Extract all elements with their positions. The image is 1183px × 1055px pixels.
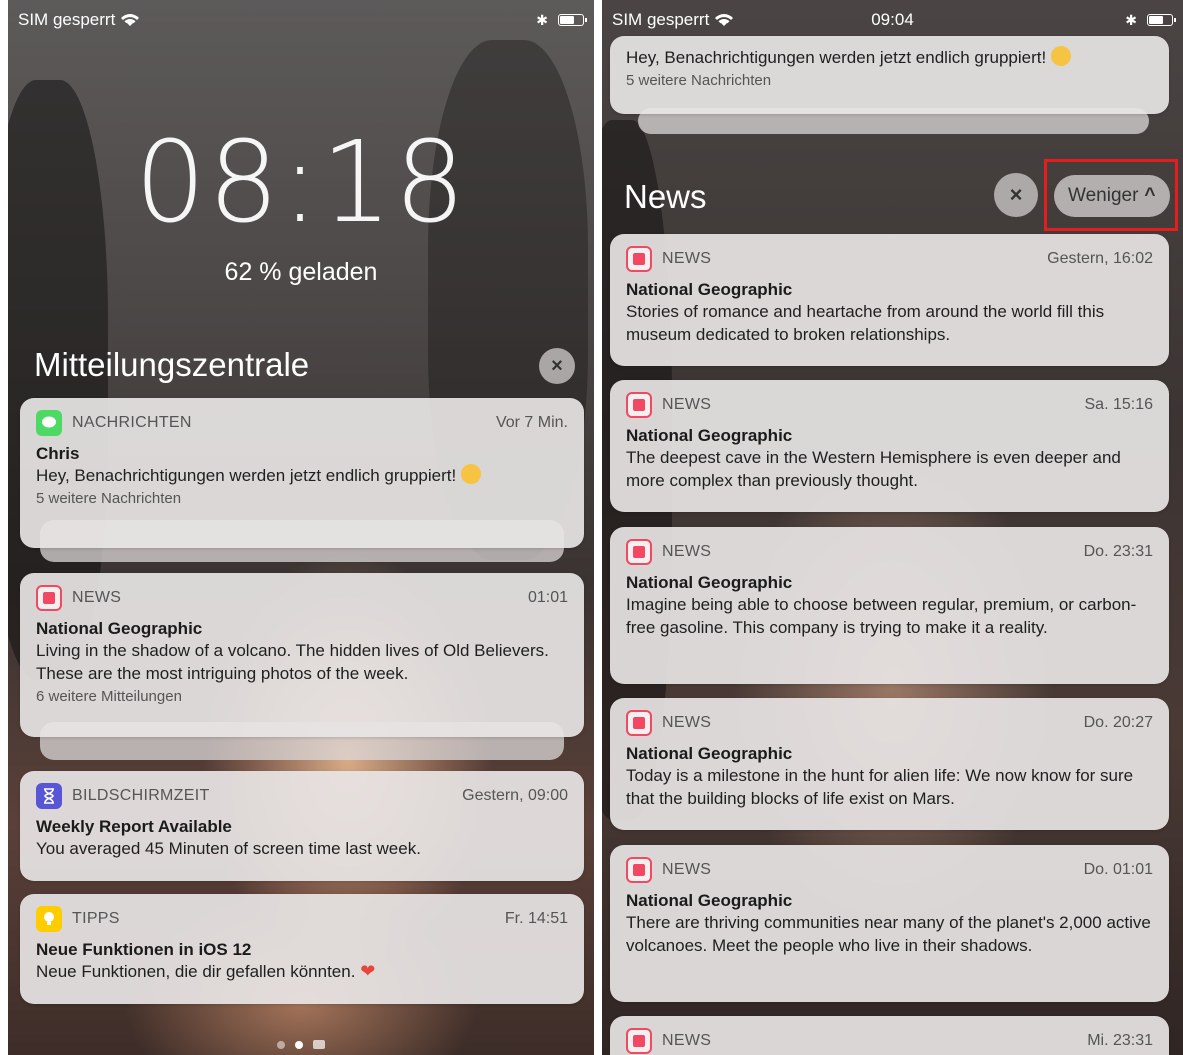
notification-news-1[interactable]: NEWS Gestern, 16:02 National Geographic … xyxy=(610,234,1169,366)
status-bar: SIM gesperrt ✱ xyxy=(8,0,594,40)
notification-news-3[interactable]: NEWS Do. 23:31 National Geographic Imagi… xyxy=(610,527,1169,684)
clear-all-button[interactable]: × xyxy=(539,348,575,384)
news-icon xyxy=(626,246,652,272)
timestamp: Gestern, 09:00 xyxy=(462,787,568,804)
notification-title: National Geographic xyxy=(626,426,793,445)
carrier-label: SIM gesperrt xyxy=(612,10,710,29)
carrier-label: SIM gesperrt xyxy=(18,10,116,29)
notification-news-6[interactable]: NEWS Mi. 23:31 xyxy=(610,1016,1169,1055)
notification-news-4[interactable]: NEWS Do. 20:27 National Geographic Today… xyxy=(610,698,1169,830)
notification-title: National Geographic xyxy=(626,744,793,763)
app-name: NEWS xyxy=(662,250,712,267)
emoji-smile-icon xyxy=(460,464,481,484)
app-name: NEWS xyxy=(662,1032,712,1049)
status-time: 09:04 xyxy=(871,10,914,29)
page-dot xyxy=(277,1040,285,1049)
timestamp: Sa. 15:16 xyxy=(1084,396,1154,413)
battery-icon xyxy=(558,14,587,26)
timestamp: Do. 01:01 xyxy=(1083,861,1153,878)
section-title: Mitteilungszentrale xyxy=(34,346,310,383)
notification-group-messages[interactable]: Hey, Benachrichtigungen werden jetzt end… xyxy=(610,36,1169,114)
app-name: NEWS xyxy=(662,396,712,413)
close-icon: × xyxy=(1009,182,1023,207)
wifi-icon xyxy=(715,14,734,26)
close-icon: × xyxy=(551,354,563,377)
notification-body: Living in the shadow of a volcano. The h… xyxy=(36,641,549,683)
notification-title: National Geographic xyxy=(626,573,793,592)
notification-title: Neue Funktionen in iOS 12 xyxy=(36,940,252,959)
highlight-box xyxy=(1044,159,1178,231)
notification-body: You averaged 45 Minuten of screen time l… xyxy=(36,839,421,858)
notification-tips[interactable]: TIPPS Fr. 14:51 Neue Funktionen in iOS 1… xyxy=(20,894,584,1004)
notification-center-expanded: SIM gesperrt 09:04 ✱ Hey, Benachrichtigu… xyxy=(602,0,1183,1055)
notification-body: Hey, Benachrichtigungen werden jetzt end… xyxy=(36,466,457,485)
more-count: 6 weitere Mitteilungen xyxy=(36,688,182,705)
app-name: NEWS xyxy=(662,861,712,878)
timestamp: Fr. 14:51 xyxy=(504,910,568,927)
notification-news-5[interactable]: NEWS Do. 01:01 National Geographic There… xyxy=(610,845,1169,1002)
bluetooth-icon: ✱ xyxy=(1125,11,1137,28)
app-name: BILDSCHIRMZEIT xyxy=(72,787,210,804)
news-icon xyxy=(626,1028,652,1054)
notification-body: Today is a milestone in the hunt for ali… xyxy=(626,766,1134,808)
timestamp: 01:01 xyxy=(527,589,568,606)
news-icon xyxy=(626,710,652,736)
bluetooth-icon: ✱ xyxy=(536,11,548,28)
more-count: 5 weitere Nachrichten xyxy=(626,72,772,89)
lock-screen: SIM gesperrt ✱ 08:18 62 % geladen Mittei… xyxy=(8,0,594,1055)
news-icon xyxy=(626,392,652,418)
notification-body: Neue Funktionen, die dir gefallen könnte… xyxy=(36,962,356,981)
notification-title: National Geographic xyxy=(626,891,793,910)
timestamp: Do. 20:27 xyxy=(1083,714,1153,731)
page-indicator xyxy=(8,1040,594,1049)
notification-title: Chris xyxy=(36,444,80,463)
notification-title: National Geographic xyxy=(36,619,203,638)
lock-clock: 08:18 xyxy=(134,118,468,248)
messages-icon xyxy=(36,410,62,436)
group-title: News xyxy=(624,178,707,215)
timestamp: Gestern, 16:02 xyxy=(1047,250,1153,267)
timestamp: Vor 7 Min. xyxy=(495,414,568,431)
notification-title: National Geographic xyxy=(626,280,793,299)
charge-status: 62 % geladen xyxy=(224,258,378,286)
more-count: 5 weitere Nachrichten xyxy=(36,490,182,507)
hourglass-icon xyxy=(36,783,62,809)
page-dot-active xyxy=(295,1040,303,1049)
lightbulb-icon xyxy=(36,906,62,932)
wifi-icon xyxy=(121,14,140,26)
timestamp: Do. 23:31 xyxy=(1083,543,1153,560)
notification-body: Stories of romance and heartache from ar… xyxy=(626,302,1105,344)
news-icon xyxy=(626,857,652,883)
notification-screentime[interactable]: BILDSCHIRMZEIT Gestern, 09:00 Weekly Rep… xyxy=(20,771,584,881)
clear-group-button[interactable]: × xyxy=(994,173,1038,217)
notification-title: Weekly Report Available xyxy=(36,817,232,836)
news-icon xyxy=(626,539,652,565)
timestamp: Mi. 23:31 xyxy=(1087,1032,1153,1049)
notification-group-messages[interactable]: NACHRICHTEN Vor 7 Min. Chris Hey, Benach… xyxy=(20,398,584,548)
notification-body: There are thriving communities near many… xyxy=(626,913,1151,955)
status-bar: SIM gesperrt 09:04 ✱ xyxy=(602,0,1183,40)
notification-news-2[interactable]: NEWS Sa. 15:16 National Geographic The d… xyxy=(610,380,1169,512)
notification-body: Imagine being able to choose between reg… xyxy=(626,595,1137,637)
news-icon xyxy=(36,585,62,611)
notification-body: The deepest cave in the Western Hemisphe… xyxy=(626,448,1121,490)
app-name: NEWS xyxy=(72,589,122,606)
app-name: NEWS xyxy=(662,714,712,731)
battery-icon xyxy=(1147,14,1176,26)
emoji-smile-icon xyxy=(1050,46,1071,66)
app-name: NEWS xyxy=(662,543,712,560)
app-name: TIPPS xyxy=(72,910,120,927)
camera-icon xyxy=(313,1040,325,1049)
app-name: NACHRICHTEN xyxy=(72,414,192,431)
notification-body: Hey, Benachrichtigungen werden jetzt end… xyxy=(626,48,1047,67)
heart-icon: ❤ xyxy=(360,961,376,981)
notification-group-news[interactable]: NEWS 01:01 National Geographic Living in… xyxy=(20,573,584,737)
